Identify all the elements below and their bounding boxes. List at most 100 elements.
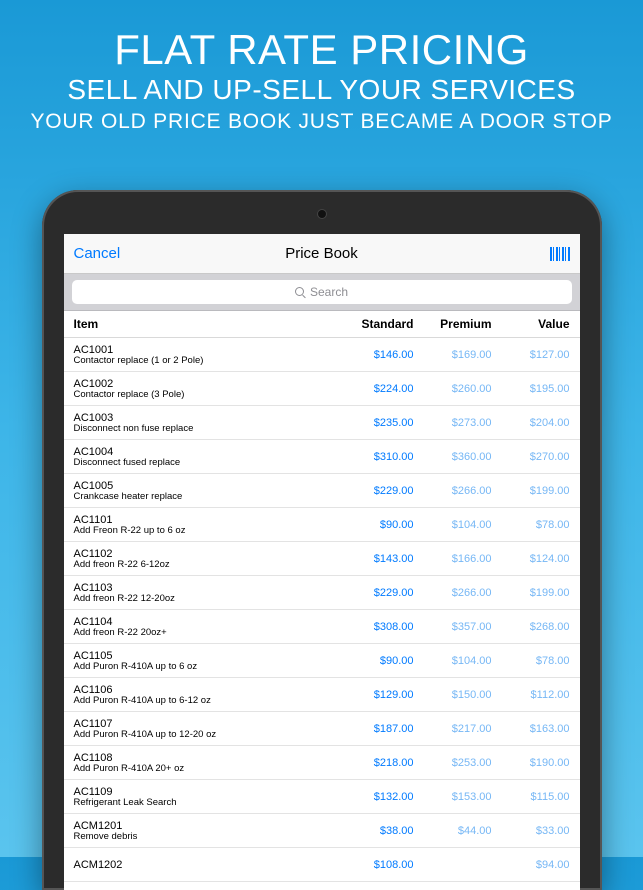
navbar: Cancel Price Book <box>64 234 580 274</box>
item-cell: AC1004Disconnect fused replace <box>74 446 336 468</box>
price-standard: $90.00 <box>336 655 414 667</box>
col-header-item: Item <box>74 317 336 331</box>
item-desc: Add Puron R-410A up to 6-12 oz <box>74 696 336 706</box>
item-code: ACM1201 <box>74 820 336 832</box>
item-desc: Contactor replace (3 Pole) <box>74 390 336 400</box>
tablet-camera <box>318 210 326 218</box>
item-cell: AC1107Add Puron R-410A up to 12-20 oz <box>74 718 336 740</box>
table-row[interactable]: AC1104Add freon R-22 20oz+$308.00$357.00… <box>64 610 580 644</box>
price-value: $204.00 <box>492 417 570 429</box>
price-standard: $90.00 <box>336 519 414 531</box>
item-code: AC1107 <box>74 718 336 730</box>
table-row[interactable]: AC1108Add Puron R-410A 20+ oz$218.00$253… <box>64 746 580 780</box>
tablet-frame: Cancel Price Book Search Item Standard P… <box>42 190 602 890</box>
item-desc: Add freon R-22 6-12oz <box>74 560 336 570</box>
item-cell: AC1002Contactor replace (3 Pole) <box>74 378 336 400</box>
cancel-button[interactable]: Cancel <box>74 245 121 262</box>
price-value: $78.00 <box>492 655 570 667</box>
price-value: $268.00 <box>492 621 570 633</box>
item-code: AC1003 <box>74 412 336 424</box>
price-premium: $44.00 <box>414 825 492 837</box>
table-row[interactable]: AC1105Add Puron R-410A up to 6 oz$90.00 $… <box>64 644 580 678</box>
search-icon <box>295 287 306 298</box>
item-cell: AC1105Add Puron R-410A up to 6 oz <box>74 650 336 672</box>
price-standard: $224.00 <box>336 383 414 395</box>
table-row[interactable]: AC1109Refrigerant Leak Search$132.00$153… <box>64 780 580 814</box>
search-placeholder: Search <box>310 285 348 299</box>
price-table-body[interactable]: AC1001Contactor replace (1 or 2 Pole)$14… <box>64 338 580 890</box>
item-cell: AC1103Add freon R-22 12-20oz <box>74 582 336 604</box>
item-code: AC1101 <box>74 514 336 526</box>
price-value: $112.00 <box>492 689 570 701</box>
item-cell: AC1001Contactor replace (1 or 2 Pole) <box>74 344 336 366</box>
item-code: AC1102 <box>74 548 336 560</box>
price-premium: $266.00 <box>414 587 492 599</box>
price-standard: $229.00 <box>336 587 414 599</box>
table-row[interactable]: AC1003Disconnect non fuse replace$235.00… <box>64 406 580 440</box>
item-desc: Crankcase heater replace <box>74 492 336 502</box>
price-value: $127.00 <box>492 349 570 361</box>
price-premium: $260.00 <box>414 383 492 395</box>
barcode-icon[interactable] <box>550 247 570 261</box>
item-code: AC1001 <box>74 344 336 356</box>
item-desc: Add Freon R-22 up to 6 oz <box>74 526 336 536</box>
table-row[interactable]: AC1102Add freon R-22 6-12oz$143.00$166.0… <box>64 542 580 576</box>
item-desc: Remove debris <box>74 832 336 842</box>
item-code: AC1005 <box>74 480 336 492</box>
table-row[interactable]: AC1101Add Freon R-22 up to 6 oz$90.00$10… <box>64 508 580 542</box>
price-premium: $166.00 <box>414 553 492 565</box>
price-standard: $143.00 <box>336 553 414 565</box>
price-standard: $235.00 <box>336 417 414 429</box>
table-row[interactable]: ACM1201Remove debris$38.00$44.00$33.00 <box>64 814 580 848</box>
item-cell: AC1106Add Puron R-410A up to 6-12 oz <box>74 684 336 706</box>
price-standard: $129.00 <box>336 689 414 701</box>
price-value: $190.00 <box>492 757 570 769</box>
price-value: $199.00 <box>492 587 570 599</box>
table-row[interactable]: AC1001Contactor replace (1 or 2 Pole)$14… <box>64 338 580 372</box>
item-desc: Add Puron R-410A 20+ oz <box>74 764 336 774</box>
item-desc: Add Puron R-410A up to 6 oz <box>74 662 336 672</box>
promo-line-1: FLAT RATE PRICING <box>0 28 643 72</box>
price-premium: $266.00 <box>414 485 492 497</box>
table-row[interactable]: AC1005Crankcase heater replace$229.00$26… <box>64 474 580 508</box>
item-cell: AC1109Refrigerant Leak Search <box>74 786 336 808</box>
table-row[interactable]: AC1004Disconnect fused replace$310.00$36… <box>64 440 580 474</box>
item-desc: Refrigerant Leak Search <box>74 798 336 808</box>
price-value: $115.00 <box>492 791 570 803</box>
table-row[interactable]: AC1103Add freon R-22 12-20oz$229.00$266.… <box>64 576 580 610</box>
item-desc: Add freon R-22 20oz+ <box>74 628 336 638</box>
search-input[interactable]: Search <box>72 280 572 304</box>
price-value: $78.00 <box>492 519 570 531</box>
app-screen: Cancel Price Book Search Item Standard P… <box>64 234 580 890</box>
price-value: $163.00 <box>492 723 570 735</box>
item-cell: AC1003Disconnect non fuse replace <box>74 412 336 434</box>
price-premium: $153.00 <box>414 791 492 803</box>
price-standard: $38.00 <box>336 825 414 837</box>
table-row[interactable]: AC1107Add Puron R-410A up to 12-20 oz$18… <box>64 712 580 746</box>
item-desc: Add Puron R-410A up to 12-20 oz <box>74 730 336 740</box>
price-standard: $132.00 <box>336 791 414 803</box>
table-row[interactable]: ACM1202$108.00$94.00 <box>64 848 580 882</box>
col-header-premium: Premium <box>414 317 492 331</box>
price-premium: $273.00 <box>414 417 492 429</box>
price-standard: $108.00 <box>336 859 414 871</box>
price-value: $199.00 <box>492 485 570 497</box>
table-row[interactable]: AC1002Contactor replace (3 Pole)$224.00$… <box>64 372 580 406</box>
table-header: Item Standard Premium Value <box>64 311 580 338</box>
table-row[interactable]: AC1106Add Puron R-410A up to 6-12 oz$129… <box>64 678 580 712</box>
item-cell: AC1005Crankcase heater replace <box>74 480 336 502</box>
promo-line-3: YOUR OLD PRICE BOOK JUST BECAME A DOOR S… <box>0 110 643 134</box>
price-standard: $146.00 <box>336 349 414 361</box>
item-cell: AC1104Add freon R-22 20oz+ <box>74 616 336 638</box>
item-cell: AC1101Add Freon R-22 up to 6 oz <box>74 514 336 536</box>
price-value: $270.00 <box>492 451 570 463</box>
price-premium: $150.00 <box>414 689 492 701</box>
promo-line-2: SELL AND UP-SELL YOUR SERVICES <box>0 74 643 106</box>
item-cell: AC1102Add freon R-22 6-12oz <box>74 548 336 570</box>
item-code: AC1105 <box>74 650 336 662</box>
price-value: $33.00 <box>492 825 570 837</box>
price-premium: $357.00 <box>414 621 492 633</box>
price-standard: $308.00 <box>336 621 414 633</box>
item-cell: ACM1202 <box>74 859 336 871</box>
price-standard: $187.00 <box>336 723 414 735</box>
